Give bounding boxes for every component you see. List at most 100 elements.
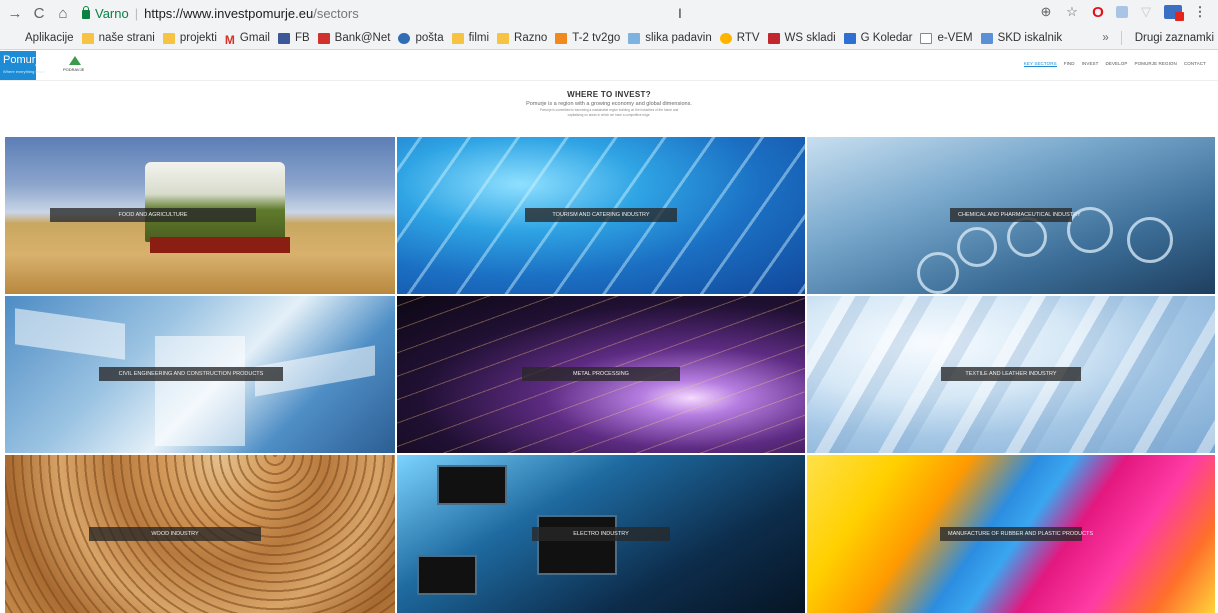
sector-tile-food[interactable]: FOOD AND AGRICULTURE [5, 137, 395, 294]
bookmark-fb[interactable]: FB [277, 32, 310, 44]
weather-icon [628, 32, 641, 44]
bookmark-e-vem[interactable]: e-VEM [920, 32, 973, 44]
bookmark-label: filmi [468, 32, 490, 44]
building-image [155, 336, 245, 446]
nav-find[interactable]: FIND [1064, 61, 1075, 67]
bookmark-label: T-2 tv2go [572, 32, 621, 44]
bookmark-label: FB [294, 32, 310, 44]
url-separator: | [134, 6, 139, 21]
test-tube-image [957, 227, 997, 267]
bookmark-ws-skladi[interactable]: WS skladi [767, 32, 836, 44]
text-cursor-icon: I [678, 5, 682, 21]
bookmark-banknet[interactable]: Bank@Net [317, 32, 390, 44]
chip-image [417, 555, 477, 595]
bookmark-label: Aplikacije [25, 32, 74, 44]
extension-icon[interactable] [1116, 6, 1128, 18]
site-header: Pomurje Where everything flows PODRAVJE … [0, 51, 1218, 81]
bookmark-label: pošta [415, 32, 444, 44]
calendar-icon [843, 32, 856, 44]
folder-icon [162, 32, 175, 44]
sector-tile-tourism[interactable]: TOURISM AND CATERING INDUSTRY [397, 137, 805, 294]
nav-contact[interactable]: CONTACT [1184, 61, 1206, 67]
partner-logo-text: PODRAVJE [63, 67, 85, 72]
forward-icon[interactable]: → [6, 5, 24, 23]
bookmarks-divider [1120, 31, 1122, 45]
sector-label: WOOD INDUSTRY [89, 527, 261, 541]
document-icon [920, 32, 933, 44]
facebook-icon [277, 32, 290, 44]
rtv-icon [719, 32, 732, 44]
folder-icon [451, 32, 464, 44]
nav-invest[interactable]: INVEST [1082, 61, 1099, 67]
bookmark-projekti[interactable]: projekti [162, 32, 217, 44]
bookmark-label: G Koledar [860, 32, 913, 44]
address-bar[interactable]: Varno | https://www.investpomurje.eu/sec… [82, 4, 359, 24]
reload-icon[interactable]: C [30, 5, 48, 23]
brand-name: Pomurje [3, 54, 44, 66]
brand-tagline: Where everything flows [3, 69, 45, 74]
bookmark-t2[interactable]: T-2 tv2go [555, 32, 620, 44]
bookmark-label: RTV [736, 32, 760, 44]
bookmark-label: SKD iskalnik [997, 32, 1063, 44]
zoom-icon[interactable]: ⊕ [1038, 4, 1054, 20]
page-title: WHERE TO INVEST? [567, 90, 651, 99]
menu-icon[interactable]: ⋮ [1192, 4, 1208, 20]
browser-toolbar: → C ⌂ Varno | https://www.investpomurje.… [0, 0, 1218, 27]
bookmark-label: Razno [514, 32, 548, 44]
brand-logo[interactable]: Pomurje Where everything flows [0, 51, 45, 80]
home-icon[interactable]: ⌂ [54, 5, 72, 23]
bookmarks-more-button[interactable]: » [1102, 32, 1108, 44]
page-description-line-2: capitalising on areas in which we have a… [567, 113, 651, 117]
lock-icon [82, 6, 90, 19]
sector-tile-electro[interactable]: ELECTRO INDUSTRY [397, 455, 805, 613]
sector-label: TOURISM AND CATERING INDUSTRY [525, 208, 677, 222]
bookmark-slika-padavin[interactable]: slika padavin [628, 32, 712, 44]
url-host: https://www.investpomurje.eu [144, 6, 314, 21]
test-tube-image [1127, 217, 1173, 263]
nav-pomurje-region[interactable]: POMURJE REGION [1134, 61, 1176, 67]
test-tube-image [917, 252, 959, 294]
bookmark-rtv[interactable]: RTV [719, 32, 760, 44]
sector-label: TEXTILE AND LEATHER INDUSTRY [941, 367, 1081, 381]
sector-tile-civil-engineering[interactable]: CIVIL ENGINEERING AND CONSTRUCTION PRODU… [5, 296, 395, 453]
sectors-grid: FOOD AND AGRICULTURE TOURISM AND CATERIN… [5, 137, 1215, 613]
opera-icon[interactable]: O [1090, 4, 1106, 21]
bookmark-label: naše strani [98, 32, 155, 44]
search-icon [980, 32, 993, 44]
mail-icon [398, 32, 411, 44]
bookmark-nase-strani[interactable]: naše strani [81, 32, 155, 44]
sector-tile-rubber[interactable]: MANUFACTURE OF RUBBER AND PLASTIC PRODUC… [807, 455, 1215, 613]
sector-tile-chemical[interactable]: CHEMICAL AND PHARMACEUTICAL INDUSTRY [807, 137, 1215, 294]
nav-develop[interactable]: DEVELOP [1106, 61, 1128, 67]
sector-tile-metal[interactable]: METAL PROCESSING [397, 296, 805, 453]
intro-section: WHERE TO INVEST? Pomurje is a region wit… [0, 90, 1218, 117]
bank-icon [317, 32, 330, 44]
sector-label: MANUFACTURE OF RUBBER AND PLASTIC PRODUC… [940, 527, 1093, 541]
bookmark-label: e-VEM [937, 32, 973, 44]
nav-key-sectors[interactable]: KEY SECTORS [1023, 61, 1057, 67]
sector-tile-wood[interactable]: WOOD INDUSTRY [5, 455, 395, 613]
bookmark-g-koledar[interactable]: G Koledar [843, 32, 913, 44]
star-icon[interactable]: ☆ [1064, 4, 1080, 20]
secure-label: Varno [95, 6, 129, 21]
page-description-line-1: Pomurje is committed to becoming a susta… [539, 108, 679, 112]
bookmark-apps[interactable]: Aplikacije [8, 32, 74, 44]
gmail-icon: M [224, 32, 235, 47]
building-image [15, 308, 125, 360]
partner-logo[interactable]: PODRAVJE [63, 56, 87, 76]
bookmark-filmi[interactable]: filmi [451, 32, 490, 44]
sector-label: FOOD AND AGRICULTURE [50, 208, 256, 222]
sector-label: METAL PROCESSING [522, 367, 680, 381]
notification-icon[interactable] [1164, 5, 1184, 21]
bookmarks-bar: Aplikacije naše strani projekti M Gmail F… [0, 27, 1218, 50]
bookmark-gmail[interactable]: M Gmail [224, 32, 270, 47]
bookmark-razno[interactable]: Razno [497, 32, 547, 44]
other-bookmarks[interactable]: Drugi zaznamki [1130, 32, 1214, 44]
bookmark-label: Gmail [239, 32, 270, 44]
sector-tile-textile[interactable]: TEXTILE AND LEATHER INDUSTRY [807, 296, 1215, 453]
tv-icon [555, 32, 568, 44]
bookmark-posta[interactable]: pošta [398, 32, 444, 44]
bookmark-skd[interactable]: SKD iskalnik [980, 32, 1063, 44]
url-path: /sectors [313, 6, 359, 21]
shield-icon[interactable]: ▽ [1138, 4, 1154, 20]
